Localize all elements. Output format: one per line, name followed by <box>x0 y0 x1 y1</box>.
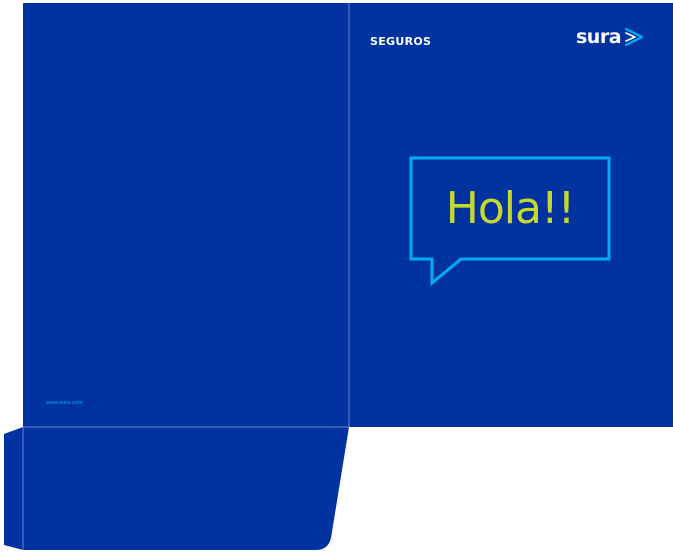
brand-label: SEGUROS <box>370 35 432 48</box>
side-glue-tab <box>4 427 23 550</box>
greeting-text: Hola!! <box>445 183 575 234</box>
sura-wing-icon <box>624 27 644 47</box>
back-panel <box>23 3 349 427</box>
logo-wordmark: sura <box>576 25 622 48</box>
sura-logo: sura <box>576 26 645 48</box>
website-url: www.sura.com <box>46 400 83 406</box>
pocket-flap <box>23 427 349 550</box>
folder-dieline <box>4 3 673 550</box>
